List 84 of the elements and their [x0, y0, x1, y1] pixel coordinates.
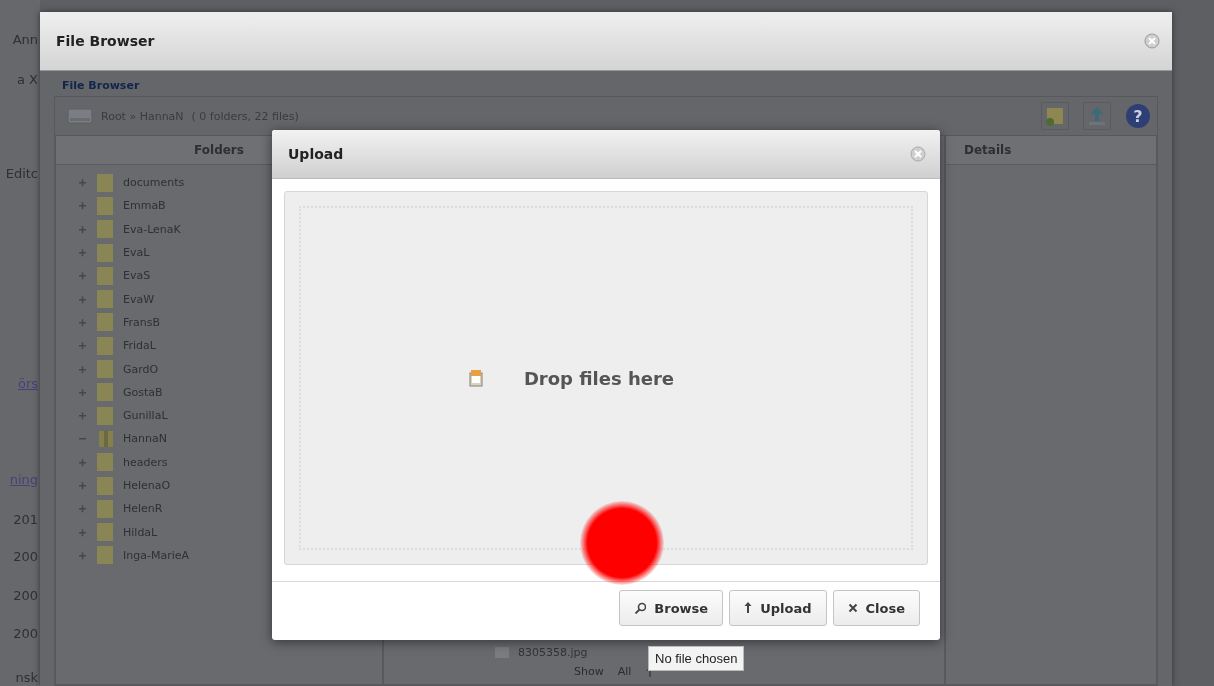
- column-header: Details: [946, 136, 1156, 165]
- folder-icon: [97, 242, 113, 263]
- folder-name[interactable]: GostaB: [123, 385, 163, 399]
- page-text: 200: [13, 626, 38, 641]
- help-icon[interactable]: ?: [1126, 104, 1150, 128]
- upload-icon: [1086, 105, 1108, 127]
- expand-icon[interactable]: [78, 527, 87, 537]
- folder-icon: [97, 312, 113, 333]
- page-text: 200: [13, 549, 38, 564]
- window-title: File Browser: [56, 33, 155, 49]
- folder-name[interactable]: HannaN: [123, 432, 167, 446]
- folder-icon: [97, 475, 113, 496]
- page-text: nsk: [15, 670, 38, 685]
- page-text: 201: [13, 512, 38, 527]
- close-icon[interactable]: [910, 146, 926, 162]
- expand-icon[interactable]: [78, 201, 87, 211]
- folder-name[interactable]: GardO: [123, 362, 159, 376]
- folder-icon: [97, 498, 113, 519]
- pager-label: Show: [574, 664, 604, 678]
- page-text: 200: [13, 588, 38, 603]
- folder-icon: [97, 452, 113, 473]
- folder-icon: [1044, 105, 1066, 127]
- toolbar-button[interactable]: [1041, 102, 1069, 130]
- page-text: a X: [17, 72, 38, 87]
- folder-icon: [97, 382, 113, 403]
- expand-icon[interactable]: [78, 550, 87, 560]
- expand-icon[interactable]: [78, 271, 87, 281]
- expand-icon[interactable]: [78, 457, 87, 467]
- folder-icon: [97, 172, 113, 193]
- folder-name[interactable]: HildaL: [123, 525, 158, 539]
- expand-icon[interactable]: [78, 387, 87, 397]
- page-text: Editc: [5, 166, 38, 181]
- close-icon: [847, 603, 858, 613]
- expand-icon[interactable]: [78, 411, 87, 421]
- drive-icon: [67, 106, 93, 126]
- folder-name[interactable]: EvaS: [123, 269, 151, 283]
- folder-icon: [97, 335, 113, 356]
- page-text: Ann: [12, 32, 38, 47]
- image-file-icon: [494, 645, 510, 659]
- folder-name[interactable]: EvaL: [123, 246, 150, 260]
- folder-name[interactable]: Inga-MarieA: [123, 548, 189, 562]
- dialog-title: Upload: [288, 146, 344, 162]
- up-arrow-icon: [744, 602, 753, 614]
- folder-name[interactable]: FridaL: [123, 339, 156, 353]
- upload-box-icon: [467, 369, 484, 387]
- expand-icon[interactable]: [78, 224, 87, 234]
- folder-icon: [97, 545, 113, 566]
- folder-name[interactable]: FransB: [123, 315, 161, 329]
- folder-icon: [97, 428, 113, 449]
- folder-icon: [97, 265, 113, 286]
- close-button[interactable]: Close: [832, 590, 920, 626]
- drop-zone[interactable]: Drop files here: [284, 191, 928, 565]
- toolbar-button[interactable]: [1083, 102, 1111, 130]
- folder-name[interactable]: EmmaB: [123, 199, 166, 213]
- expand-icon[interactable]: [78, 341, 87, 351]
- folder-name[interactable]: HelenaO: [123, 479, 171, 492]
- folder-icon: [97, 405, 113, 426]
- pager-option[interactable]: All: [617, 664, 632, 678]
- expand-icon[interactable]: [78, 317, 87, 327]
- folder-name[interactable]: Eva-LenaK: [123, 222, 181, 236]
- folder-icon: [97, 522, 113, 543]
- folder-icon: [97, 359, 113, 379]
- folder-icon: [97, 219, 113, 240]
- file-name[interactable]: 8305358.jpg: [518, 645, 588, 659]
- close-icon[interactable]: [1144, 33, 1160, 49]
- expand-icon[interactable]: [78, 178, 87, 188]
- search-icon: [634, 602, 647, 614]
- browse-button[interactable]: Browse: [619, 590, 724, 626]
- expand-icon[interactable]: [78, 294, 87, 304]
- drop-hint: Drop files here: [523, 367, 675, 389]
- folder-icon: [97, 195, 113, 216]
- folder-icon: [97, 289, 113, 310]
- expand-icon[interactable]: [78, 364, 87, 374]
- folder-name[interactable]: documents: [123, 176, 185, 190]
- expand-icon[interactable]: [78, 504, 87, 514]
- folder-name[interactable]: headers: [123, 455, 168, 469]
- upload-button[interactable]: Upload: [729, 590, 827, 626]
- folder-name[interactable]: GunillaL: [123, 409, 168, 423]
- folder-name[interactable]: EvaW: [123, 292, 155, 306]
- expand-icon[interactable]: [78, 481, 87, 490]
- folder-name[interactable]: HelenR: [123, 502, 163, 516]
- panel-title: File Browser: [61, 78, 140, 94]
- tooltip: No file chosen: [648, 646, 745, 671]
- expand-icon[interactable]: [78, 248, 87, 258]
